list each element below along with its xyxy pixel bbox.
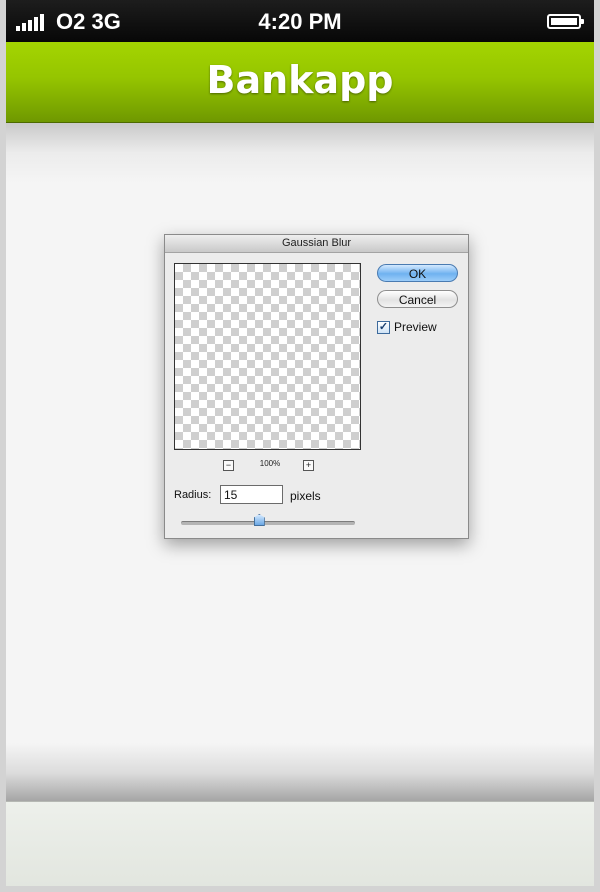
phone-screen: O2 3G 4:20 PM Bankapp Gaussian Blur − 10… <box>6 0 594 886</box>
preview-canvas[interactable] <box>174 263 361 450</box>
navigation-bar: Bankapp <box>6 42 594 123</box>
app-title: Bankapp <box>206 58 394 102</box>
radius-label: Radius: <box>174 489 212 501</box>
cancel-button[interactable]: Cancel <box>377 290 458 308</box>
preview-label: Preview <box>394 320 437 334</box>
dialog-title: Gaussian Blur <box>165 235 468 253</box>
bottom-bar <box>6 801 594 886</box>
content-area: Gaussian Blur − 100% + OK Cancel ✓ Previ… <box>6 123 594 801</box>
status-time: 4:20 PM <box>258 9 342 34</box>
radius-slider-thumb[interactable] <box>253 514 265 526</box>
ok-button[interactable]: OK <box>377 264 458 282</box>
zoom-level: 100% <box>259 459 281 468</box>
preview-checkbox[interactable]: ✓ <box>377 321 390 334</box>
gaussian-blur-dialog: Gaussian Blur − 100% + OK Cancel ✓ Previ… <box>164 234 469 539</box>
status-bar: O2 3G 4:20 PM <box>6 0 594 42</box>
checkmark-icon: ✓ <box>378 321 389 333</box>
zoom-out-button[interactable]: − <box>223 460 234 471</box>
radius-unit-label: pixels <box>290 489 321 503</box>
battery-icon <box>547 14 584 29</box>
radius-input[interactable]: 15 <box>220 485 283 504</box>
radius-slider-track[interactable] <box>181 521 355 525</box>
zoom-in-button[interactable]: + <box>303 460 314 471</box>
